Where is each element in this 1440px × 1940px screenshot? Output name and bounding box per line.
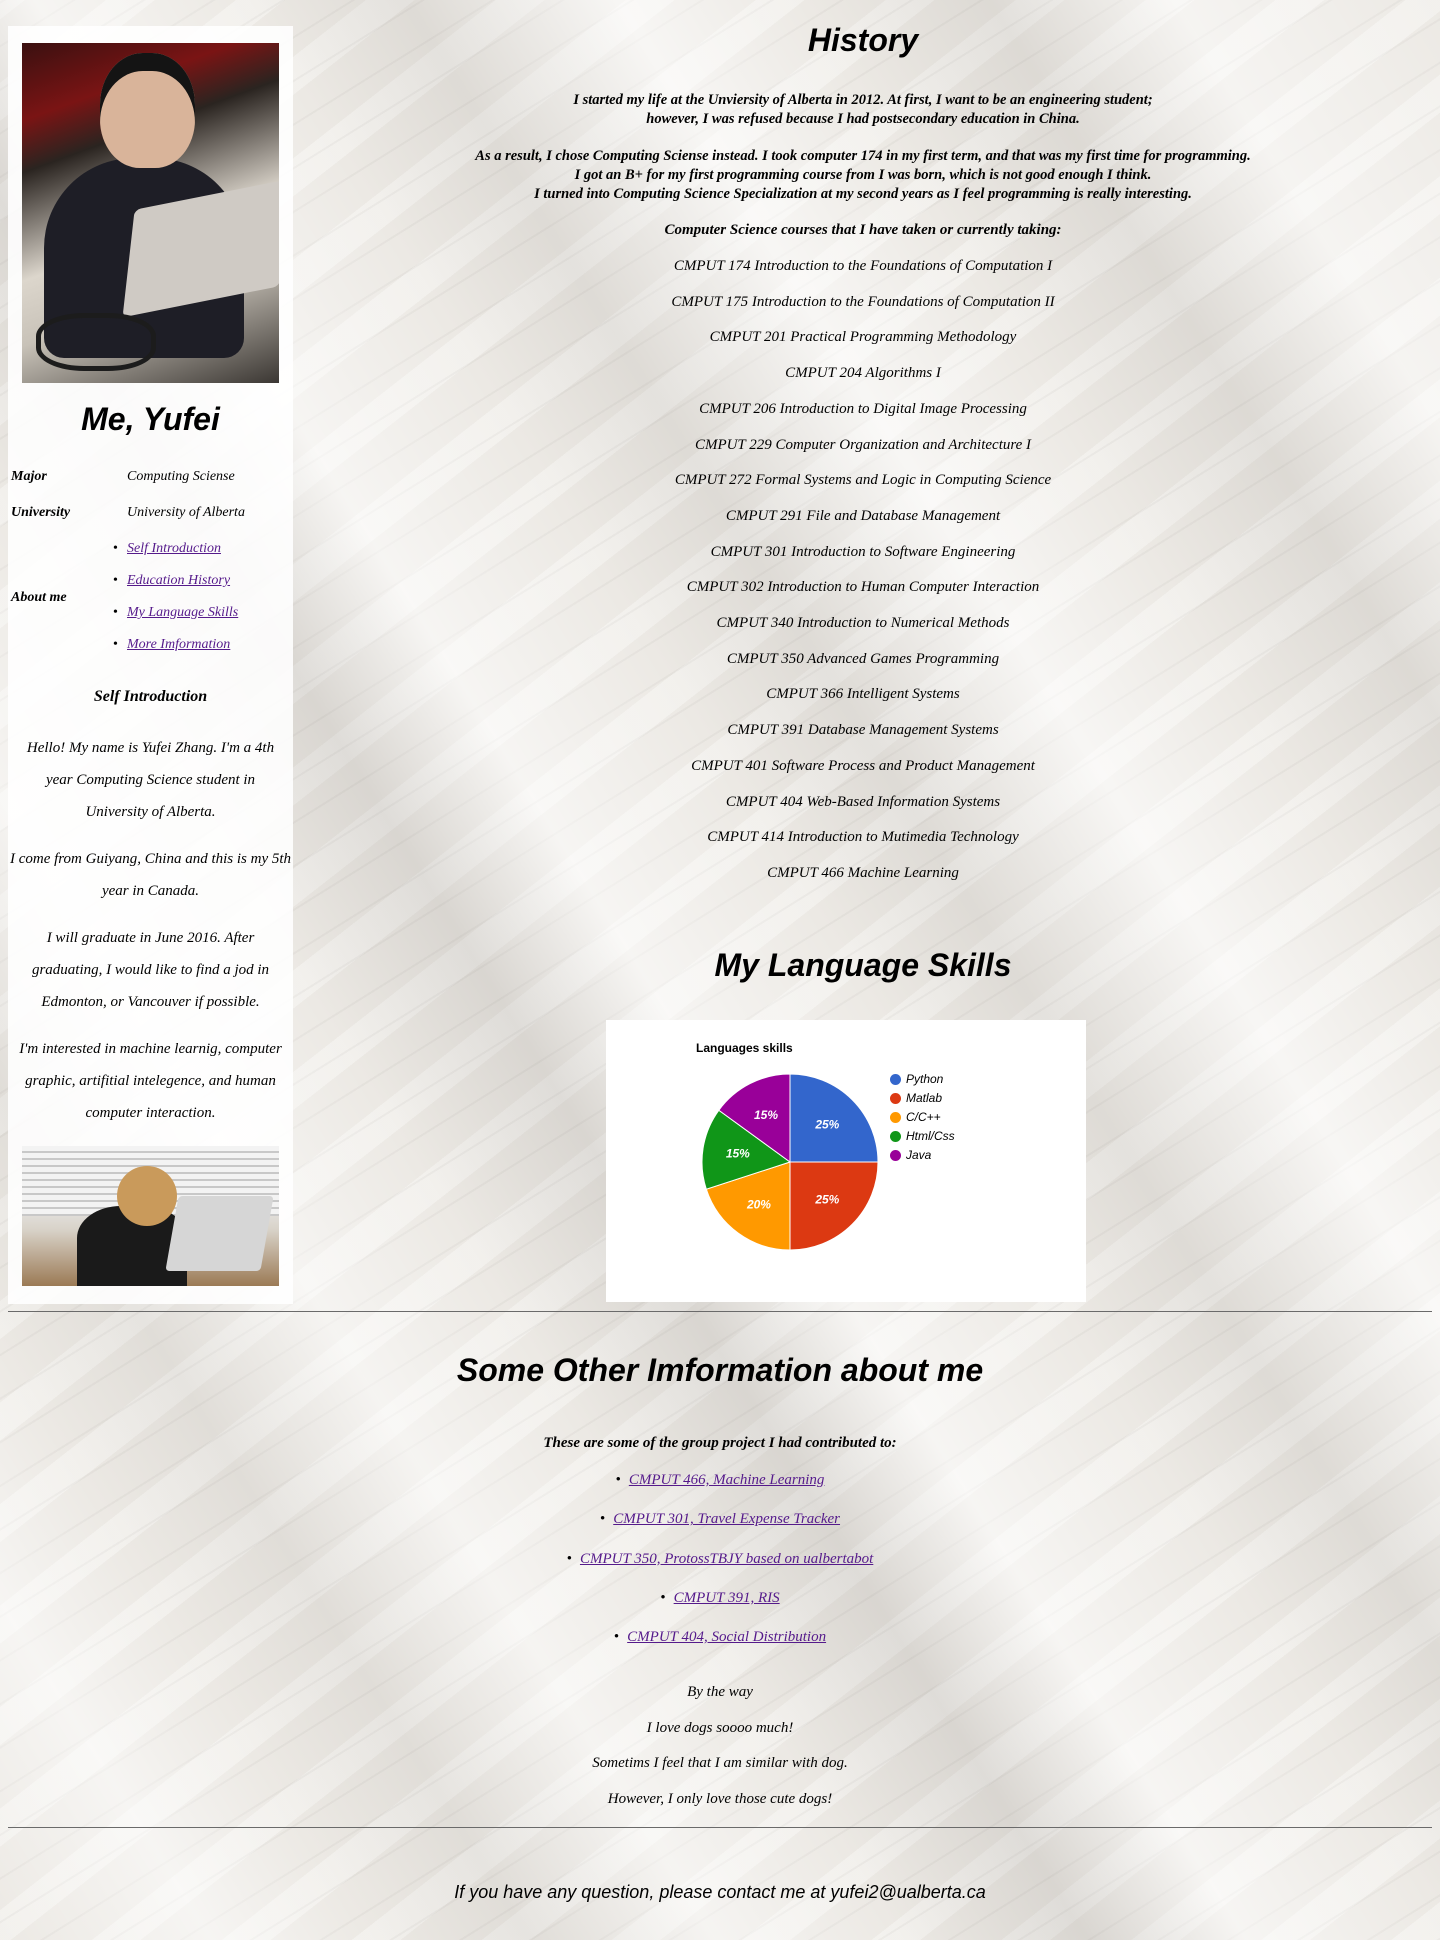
- more-information-link[interactable]: More Imformation: [127, 637, 230, 652]
- divider: [8, 1827, 1432, 1828]
- course-item: CMPUT 414 Introduction to Mutimedia Tech…: [707, 829, 1019, 846]
- about-nav-item: More Imformation: [113, 637, 238, 669]
- project-item: • CMPUT 350, ProtossTBJY based on ualbert…: [0, 1551, 1440, 1568]
- language-chart: Languages skills 25% 25% 20% 15% 15% Python M…: [606, 1020, 1086, 1302]
- bullet-icon: •: [566, 1550, 572, 1567]
- project-link[interactable]: CMPUT 350, ProtossTBJY based on ualberta…: [580, 1551, 873, 1567]
- university-label: University: [11, 505, 71, 520]
- language-skills-link[interactable]: My Language Skills: [127, 605, 238, 620]
- course-item: CMPUT 350 Advanced Games Programming: [726, 650, 1000, 667]
- contact-line: If you have any question, please contact…: [454, 1882, 986, 1902]
- history-text: I started my life at the Unviersity of A…: [573, 92, 1153, 108]
- bullet-icon: •: [615, 1472, 621, 1488]
- pie-data-label: 15%: [754, 1108, 778, 1122]
- project-item: • CMPUT 301, Travel Expense Tracker: [0, 1511, 1440, 1528]
- course-item: CMPUT 466 Machine Learning: [767, 864, 959, 881]
- course-item: CMPUT 340 Introduction to Numerical Meth…: [716, 615, 1010, 631]
- course-item: CMPUT 301 Introduction to Software Engin…: [710, 543, 1016, 560]
- pie-data-label: 15%: [726, 1147, 750, 1161]
- course-item: CMPUT 291 File and Database Management: [725, 507, 1001, 524]
- legend-label: Python: [906, 1072, 944, 1086]
- bullet-icon: •: [660, 1589, 666, 1606]
- course-item: CMPUT 401 Software Process and Product M…: [691, 757, 1035, 774]
- pie-data-label: 25%: [814, 1118, 839, 1132]
- by-the-way-line: However, I only love those cute dogs!: [607, 1791, 833, 1808]
- about-me-label: About me: [11, 590, 67, 605]
- bullet-icon: •: [599, 1511, 606, 1528]
- legend-swatch-icon: [890, 1112, 901, 1123]
- course-item: CMPUT 206 Introduction to Digital Image …: [699, 400, 1027, 417]
- legend-label: Matlab: [906, 1091, 943, 1105]
- history-title: History: [807, 22, 919, 58]
- major-label: Major: [11, 469, 47, 484]
- project-item: • CMPUT 391, RIS: [0, 1590, 1440, 1607]
- about-me-nav: Self Introduction Education History My L…: [113, 541, 238, 669]
- by-the-way-line: I love dogs soooo much!: [646, 1719, 794, 1736]
- course-item: CMPUT 229 Computer Organization and Arch…: [694, 436, 1032, 453]
- course-item: CMPUT 366 Intelligent Systems: [766, 686, 960, 703]
- university-value: University of Alberta: [127, 505, 245, 520]
- intro-paragraph: I'm interested in machine learnig, compu…: [19, 1041, 282, 1121]
- pie-chart: 25% 25% 20% 15% 15%: [701, 1073, 879, 1251]
- by-the-way-line: By the way: [687, 1684, 753, 1700]
- legend-item: Html/Css: [890, 1129, 955, 1143]
- course-item: CMPUT 302 Introduction to Human Computer…: [686, 579, 1040, 596]
- education-history-link[interactable]: Education History: [127, 573, 230, 588]
- profile-photo: [22, 43, 279, 383]
- legend-label: C/C++: [906, 1110, 941, 1124]
- project-link[interactable]: CMPUT 404, Social Distribution: [627, 1629, 826, 1645]
- language-skills-title: My Language Skills: [714, 947, 1012, 983]
- pie-data-label: 25%: [814, 1192, 839, 1206]
- intro-paragraph: Hello! My name is Yufei Zhang. I'm a 4th…: [26, 740, 275, 820]
- pie-data-label: 20%: [746, 1198, 771, 1212]
- intro-paragraph: I will graduate in June 2016. After grad…: [31, 930, 270, 1010]
- legend-item: Matlab: [890, 1091, 943, 1105]
- legend-item: Python: [890, 1072, 944, 1086]
- course-item: CMPUT 174 Introduction to the Foundation…: [673, 258, 1053, 274]
- project-item: • CMPUT 466, Machine Learning: [0, 1472, 1440, 1489]
- project-link[interactable]: CMPUT 301, Travel Expense Tracker: [613, 1511, 840, 1527]
- legend-item: Java: [890, 1148, 932, 1162]
- sidebar: Me, Yufei Major Computing Sciense Univer…: [8, 26, 293, 1304]
- legend-swatch-icon: [890, 1150, 901, 1161]
- history-text: I got an B+ for my first programming cou…: [574, 167, 1152, 183]
- dog-photo: [22, 1146, 279, 1286]
- sidebar-title: Me, Yufei: [81, 401, 220, 437]
- about-nav-item: My Language Skills: [113, 605, 238, 637]
- legend-swatch-icon: [890, 1074, 901, 1085]
- course-item: CMPUT 272 Formal Systems and Logic in Co…: [674, 472, 1052, 489]
- history-text: I turned into Computing Science Speciali…: [534, 186, 1192, 202]
- history-text: however, I was refused because I had pos…: [646, 111, 1080, 127]
- divider: [8, 1311, 1432, 1312]
- legend-label: Java: [906, 1148, 932, 1162]
- course-item: CMPUT 201 Practical Programming Methodol…: [709, 329, 1017, 346]
- courses-heading: Computer Science courses that I have tak…: [664, 222, 1062, 238]
- project-link[interactable]: CMPUT 391, RIS: [674, 1590, 780, 1606]
- legend-swatch-icon: [890, 1093, 901, 1104]
- projects-intro: These are some of the group project I ha…: [543, 1435, 897, 1451]
- course-item: CMPUT 175 Introduction to the Foundation…: [671, 293, 1055, 310]
- course-item: CMPUT 404 Web-Based Information Systems: [725, 793, 1001, 810]
- legend-label: Html/Css: [906, 1129, 955, 1143]
- by-the-way-line: Sometims I feel that I am similar with d…: [592, 1755, 848, 1772]
- bullet-icon: •: [613, 1629, 620, 1646]
- about-nav-item: Self Introduction: [113, 541, 238, 573]
- self-introduction-heading: Self Introduction: [93, 688, 208, 705]
- about-nav-item: Education History: [113, 573, 238, 605]
- project-link[interactable]: CMPUT 466, Machine Learning: [629, 1472, 825, 1488]
- self-introduction-link[interactable]: Self Introduction: [127, 541, 221, 556]
- history-text: As a result, I chose Computing Sciense i…: [475, 148, 1251, 164]
- legend-item: C/C++: [890, 1110, 941, 1124]
- intro-paragraph: I come from Guiyang, China and this is m…: [9, 851, 292, 899]
- course-item: CMPUT 204 Algorithms I: [785, 365, 941, 382]
- other-info-title: Some Other Imformation about me: [456, 1352, 984, 1388]
- legend-swatch-icon: [890, 1131, 901, 1142]
- course-item: CMPUT 391 Database Management Systems: [727, 722, 999, 739]
- project-item: • CMPUT 404, Social Distribution: [0, 1629, 1440, 1646]
- major-value: Computing Sciense: [127, 469, 235, 484]
